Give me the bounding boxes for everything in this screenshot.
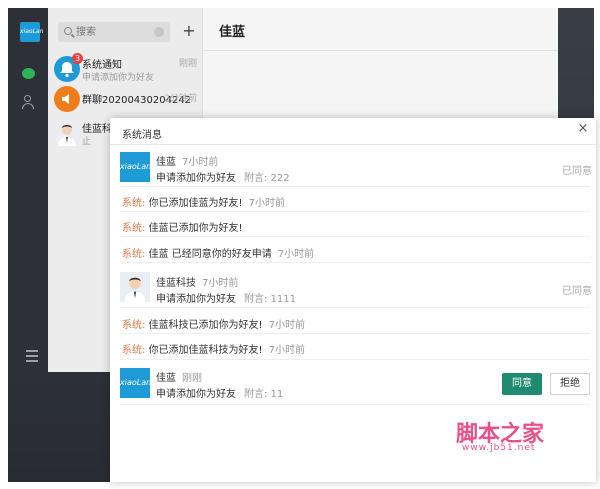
add-button[interactable]: + (180, 21, 198, 41)
app-logo: xiaoLan (20, 22, 43, 42)
chat-icon[interactable] (21, 66, 37, 82)
request-message: 申请添加你为好友 附言: 222 (156, 173, 290, 184)
speaker-icon (54, 86, 80, 112)
system-message: 系统: 佳蓝科技已添加你为好友! 7小时前 (122, 320, 305, 331)
dialog-title: 系统消息 (122, 130, 162, 141)
request-avatar: xiaoLan (120, 152, 151, 182)
request-message: 申请添加你为好友 附言: 11 (156, 389, 284, 400)
divider (120, 236, 590, 237)
request-name: 佳蓝 刚刚 (156, 373, 202, 384)
left-rail: xiaoLan (8, 8, 48, 372)
reject-button[interactable]: 拒绝 (550, 373, 590, 395)
request-name: 佳蓝 7小时前 (156, 157, 219, 168)
clear-search-icon[interactable] (154, 27, 164, 37)
divider (110, 144, 596, 145)
request-avatar (120, 272, 150, 302)
divider (120, 186, 590, 187)
request-status: 已同意 (562, 166, 592, 177)
divider (120, 333, 590, 334)
divider (120, 307, 590, 308)
watermark: 脚本之家 www.jb51.net (452, 416, 592, 462)
conversation-time: 2分钟前 (164, 94, 197, 104)
conversation-item-group[interactable]: 群聊20200430204242 2分钟前 (48, 82, 203, 118)
request-message: 申请添加你为好友 附言: 1111 (156, 294, 296, 305)
person-avatar (54, 120, 80, 146)
conversation-preview: 止 (82, 137, 92, 147)
system-message: 系统: 佳蓝 已经同意你的好友申请 7小时前 (122, 249, 315, 260)
divider (120, 262, 590, 263)
watermark-url: www.jb51.net (462, 443, 536, 453)
close-icon[interactable]: × (576, 122, 590, 136)
search-input[interactable] (76, 24, 154, 40)
request-status: 已同意 (562, 286, 592, 297)
system-message: 系统: 你已添加佳蓝为好友! 7小时前 (122, 198, 285, 209)
agree-button[interactable]: 同意 (502, 373, 542, 395)
system-message: 系统: 你已添加佳蓝科技为好友! 7小时前 (122, 345, 305, 356)
search-box[interactable] (58, 22, 170, 42)
request-avatar: xiaoLan (120, 368, 151, 398)
divider (120, 359, 590, 360)
chat-title: 佳蓝 (219, 25, 246, 40)
menu-icon[interactable] (26, 350, 38, 366)
conversation-time: 刚刚 (178, 59, 197, 69)
divider (203, 50, 558, 51)
system-message: 系统: 佳蓝已添加你为好友! (122, 223, 243, 234)
search-icon (64, 27, 72, 35)
divider (120, 404, 590, 405)
conversation-name: 系统通知 (82, 60, 122, 71)
contacts-icon[interactable] (21, 94, 37, 110)
request-name: 佳蓝科技 7小时前 (156, 278, 239, 289)
divider (120, 211, 590, 212)
